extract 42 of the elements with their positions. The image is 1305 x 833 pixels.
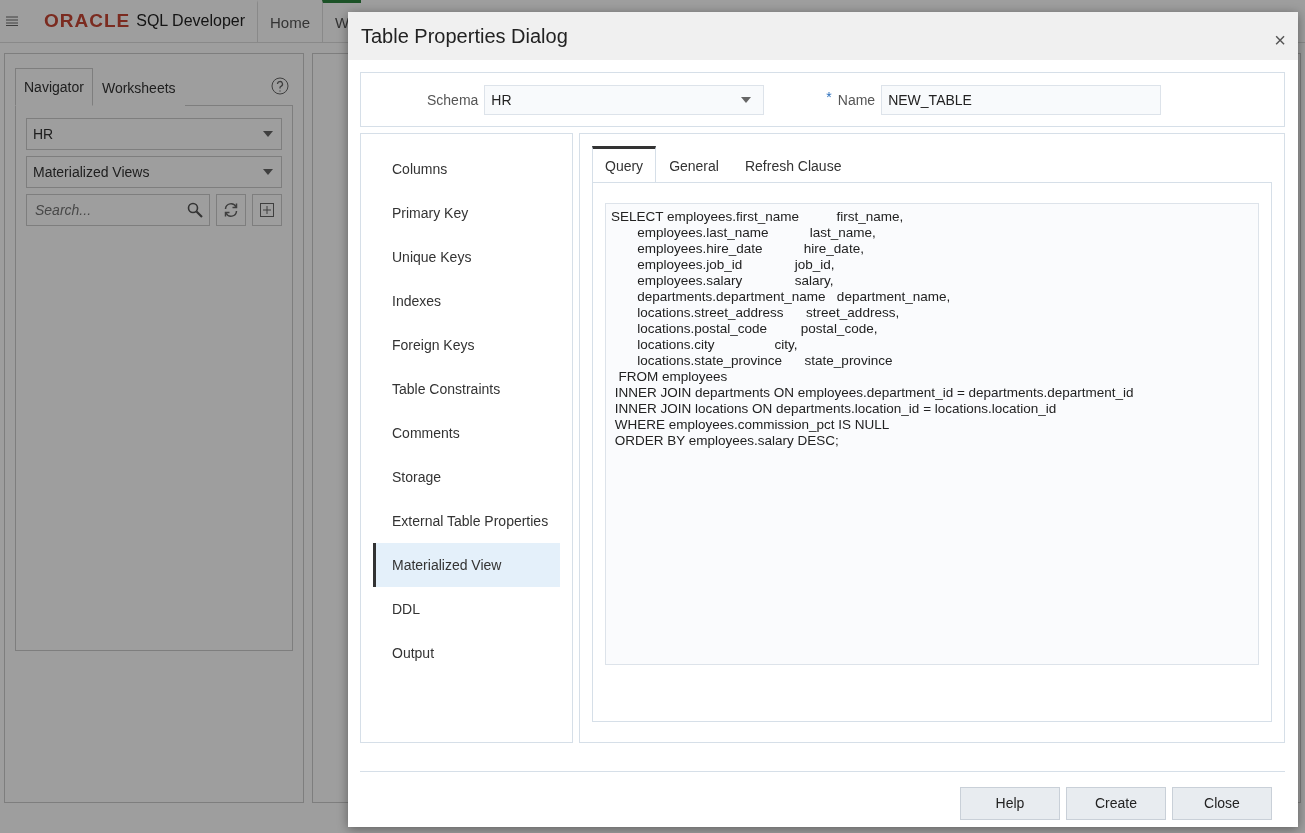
section-item[interactable]: Comments xyxy=(373,411,560,455)
name-field[interactable]: NEW_TABLE xyxy=(881,84,1162,115)
dialog-button[interactable]: Create xyxy=(1066,786,1166,820)
search-input[interactable]: Search... xyxy=(33,201,187,219)
section-item[interactable]: Materialized View xyxy=(373,543,560,587)
required-mark: * xyxy=(826,89,832,105)
navigator-tab[interactable]: Navigator xyxy=(15,68,93,106)
section-item[interactable]: Indexes xyxy=(373,279,560,323)
dialog-button[interactable]: Close xyxy=(1172,786,1272,820)
object-type-select[interactable]: Materialized Views xyxy=(26,156,282,188)
name-label: Name xyxy=(837,91,876,108)
logo: ORACLE xyxy=(44,10,131,32)
close-button[interactable]: × xyxy=(1274,28,1286,52)
section-item[interactable]: Foreign Keys xyxy=(373,323,560,367)
caret-icon xyxy=(263,131,273,137)
menu-icon[interactable] xyxy=(6,16,18,26)
tab[interactable]: Query xyxy=(592,146,657,183)
dialog-button[interactable]: Help xyxy=(960,786,1060,820)
help-icon[interactable] xyxy=(271,77,289,95)
dialog-title: Table Properties Dialog xyxy=(361,24,568,48)
schema-label: Schema xyxy=(427,91,479,108)
app-tab[interactable]: Home xyxy=(257,0,323,42)
schema-select[interactable]: HR xyxy=(26,118,282,150)
section-item[interactable]: External Table Properties xyxy=(373,499,560,543)
search-icon xyxy=(187,202,203,218)
query-editor[interactable]: SELECT employees.first_name first_name, employees.last_name last_name, employees.hire_date hire_date, employees.job_id job_id, employees.salary salary, departments.department_name department_name, locations.street_address street_address, locations.postal_code postal_code, locations.city city, locations.state_province state_province FROM employees INNER JOIN departments ON employees.department_id = departments.department_id INNER JOIN locations ON departments.location_id = locations.location_id WHERE employees.commission_pct IS NULL ORDER BY employees.salary DESC; xyxy=(605,203,1259,665)
section-item[interactable]: Columns xyxy=(373,147,560,191)
caret-icon xyxy=(263,169,273,175)
add-icon xyxy=(260,203,274,217)
app-title: SQL Developer xyxy=(136,12,246,30)
section-item[interactable]: Output xyxy=(373,631,560,675)
section-item[interactable]: Unique Keys xyxy=(373,235,560,279)
refresh-icon xyxy=(223,202,239,218)
add-button[interactable] xyxy=(252,194,282,226)
section-item[interactable]: Storage xyxy=(373,455,560,499)
section-item[interactable]: Primary Key xyxy=(373,191,560,235)
search-field[interactable]: Search... xyxy=(26,194,210,226)
schema-select[interactable]: HR xyxy=(484,84,765,115)
refresh-button[interactable] xyxy=(216,194,246,226)
caret-icon xyxy=(741,96,752,103)
section-item[interactable]: DDL xyxy=(373,587,560,631)
section-item[interactable]: Table Constraints xyxy=(373,367,560,411)
